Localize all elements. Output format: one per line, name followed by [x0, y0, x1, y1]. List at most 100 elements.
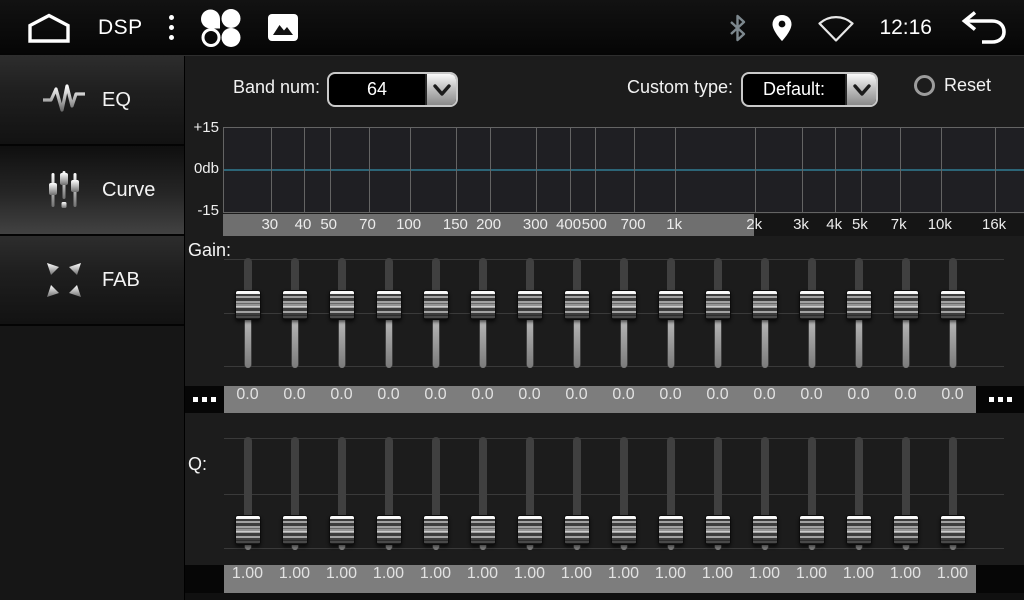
band-num-dropdown[interactable]: 64 [327, 72, 458, 107]
freq-tick-label: 5k [852, 214, 868, 236]
slider-thumb[interactable] [376, 515, 402, 545]
band-slider[interactable] [365, 246, 412, 386]
freq-tick-label: 150 [443, 214, 468, 236]
slider-thumb[interactable] [658, 515, 684, 545]
slider-thumb[interactable] [611, 515, 637, 545]
band-value: 0.0 [506, 386, 553, 413]
slider-thumb[interactable] [329, 515, 355, 545]
slider-thumb[interactable] [376, 290, 402, 320]
slider-thumb[interactable] [705, 515, 731, 545]
band-slider[interactable] [741, 430, 788, 560]
slider-thumb[interactable] [846, 290, 872, 320]
band-slider[interactable] [600, 430, 647, 560]
waveform-icon [42, 80, 86, 120]
band-slider[interactable] [600, 246, 647, 386]
grid-line [271, 128, 272, 212]
slider-thumb[interactable] [235, 515, 261, 545]
slider-thumb[interactable] [940, 515, 966, 545]
slider-thumb[interactable] [564, 290, 590, 320]
gain-more-left-button[interactable] [185, 386, 224, 413]
band-value: 0.0 [224, 386, 271, 413]
freq-tick-label: 300 [523, 214, 548, 236]
gallery-icon[interactable] [268, 14, 298, 41]
back-icon[interactable] [956, 10, 1008, 46]
band-slider[interactable] [318, 430, 365, 560]
band-slider[interactable] [882, 246, 929, 386]
band-slider[interactable] [553, 430, 600, 560]
slider-thumb[interactable] [282, 290, 308, 320]
band-value: 0.0 [600, 386, 647, 413]
band-slider[interactable] [929, 430, 976, 560]
sidebar-item-fab[interactable]: FAB [0, 236, 184, 326]
band-slider[interactable] [694, 430, 741, 560]
slider-thumb[interactable] [423, 515, 449, 545]
grid-line [900, 128, 901, 212]
apps-icon[interactable] [200, 7, 242, 49]
band-slider[interactable] [318, 246, 365, 386]
slider-thumb[interactable] [893, 515, 919, 545]
band-slider[interactable] [224, 246, 271, 386]
band-slider[interactable] [224, 430, 271, 560]
home-icon[interactable] [26, 12, 72, 44]
band-slider[interactable] [788, 246, 835, 386]
band-slider[interactable] [694, 246, 741, 386]
band-slider[interactable] [459, 246, 506, 386]
slider-thumb[interactable] [799, 290, 825, 320]
band-slider[interactable] [835, 430, 882, 560]
slider-thumb[interactable] [517, 290, 543, 320]
sidebar-item-curve[interactable]: Curve [0, 146, 184, 236]
freq-tick-label: 500 [582, 214, 607, 236]
slider-thumb[interactable] [705, 290, 731, 320]
band-slider[interactable] [647, 246, 694, 386]
freq-tick-label: 50 [320, 214, 337, 236]
grid-line [570, 128, 571, 212]
band-slider[interactable] [882, 430, 929, 560]
slider-thumb[interactable] [517, 515, 543, 545]
eq-curve-plot [223, 127, 1024, 213]
band-slider[interactable] [459, 430, 506, 560]
band-slider[interactable] [412, 430, 459, 560]
slider-thumb[interactable] [846, 515, 872, 545]
gain-more-right-button[interactable] [976, 386, 1024, 413]
band-slider[interactable] [271, 246, 318, 386]
slider-thumb[interactable] [940, 290, 966, 320]
band-slider[interactable] [788, 430, 835, 560]
custom-type-dropdown[interactable]: Default: [741, 72, 878, 107]
sidebar-item-eq[interactable]: EQ [0, 56, 184, 146]
sidebar-item-label: FAB [102, 269, 140, 292]
band-slider[interactable] [741, 246, 788, 386]
slider-thumb[interactable] [658, 290, 684, 320]
slider-thumb[interactable] [752, 290, 778, 320]
band-slider[interactable] [271, 430, 318, 560]
eq-response-curve [224, 169, 1024, 171]
band-value: 0.0 [365, 386, 412, 413]
slider-thumb[interactable] [470, 515, 496, 545]
slider-thumb[interactable] [235, 290, 261, 320]
slider-thumb[interactable] [893, 290, 919, 320]
slider-thumb[interactable] [564, 515, 590, 545]
slider-thumb[interactable] [282, 515, 308, 545]
chevron-down-icon[interactable] [425, 74, 456, 105]
slider-thumb[interactable] [752, 515, 778, 545]
slider-thumb[interactable] [611, 290, 637, 320]
band-slider[interactable] [929, 246, 976, 386]
overflow-menu-icon[interactable] [169, 15, 174, 40]
slider-thumb[interactable] [470, 290, 496, 320]
band-slider[interactable] [553, 246, 600, 386]
band-value: 0.0 [459, 386, 506, 413]
chevron-down-icon[interactable] [845, 74, 876, 105]
slider-thumb[interactable] [799, 515, 825, 545]
band-slider[interactable] [835, 246, 882, 386]
band-slider[interactable] [412, 246, 459, 386]
grid-line [941, 128, 942, 212]
slider-thumb[interactable] [329, 290, 355, 320]
q-sliders [224, 430, 976, 560]
band-slider[interactable] [365, 430, 412, 560]
slider-thumb[interactable] [423, 290, 449, 320]
band-value: 1.00 [271, 565, 318, 593]
bottom-edge [185, 593, 1024, 600]
band-slider[interactable] [506, 246, 553, 386]
band-slider[interactable] [506, 430, 553, 560]
band-slider[interactable] [647, 430, 694, 560]
reset-button[interactable]: Reset [914, 75, 991, 96]
